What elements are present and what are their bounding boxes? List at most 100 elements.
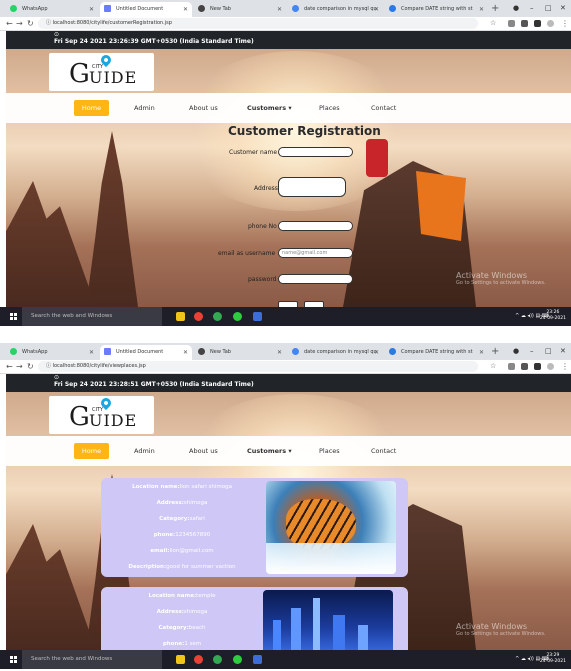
nav-admin[interactable]: Admin — [134, 446, 155, 456]
app-icon[interactable] — [233, 312, 242, 321]
windows-start-icon[interactable] — [10, 656, 17, 663]
tab-untitled-document[interactable]: Untitled Document ✕ — [100, 345, 192, 360]
back-icon[interactable]: ← — [6, 360, 13, 373]
menu-icon[interactable]: ⋮ — [561, 360, 569, 373]
nav-admin[interactable]: Admin — [134, 103, 155, 113]
current-date: Fri Sep 24 2021 23:28:51 GMT+0530 (India… — [54, 381, 254, 388]
new-tab-button[interactable]: + — [491, 2, 499, 15]
nav-places[interactable]: Places — [319, 103, 340, 113]
extension-icon[interactable] — [508, 20, 515, 27]
main-nav: Home Admin About us Customers ▾ Places C… — [6, 436, 571, 466]
tab-whatsapp[interactable]: WhatsApp ✕ — [6, 345, 98, 360]
app-icon[interactable] — [213, 655, 222, 664]
back-icon[interactable]: ← — [6, 17, 13, 30]
url-field[interactable]: ⓘ localhost:8080/citylife/customerRegist… — [38, 18, 478, 29]
clock-icon: ⊙ — [54, 374, 60, 381]
tab-mysql[interactable]: date comparison in mysql qu ✕ — [288, 345, 383, 360]
file-explorer-icon[interactable] — [176, 655, 185, 664]
url-field[interactable]: ⓘ localhost:8080/citylife/viewplaces.jsp — [38, 361, 478, 372]
reload-icon[interactable]: ↻ — [27, 360, 34, 373]
minimize-button[interactable]: – — [530, 345, 534, 358]
customer-name-input[interactable] — [278, 147, 353, 157]
nav-about[interactable]: About us — [189, 103, 218, 113]
email-placeholder: name@gmail.com — [282, 250, 328, 256]
profile-icon[interactable]: ● — [513, 2, 519, 15]
building-shape — [358, 625, 368, 650]
extension-icon[interactable] — [521, 363, 528, 370]
maximize-button[interactable]: □ — [545, 345, 552, 358]
extension-icon[interactable] — [521, 20, 528, 27]
app-icon[interactable] — [253, 655, 262, 664]
tab-compare-date[interactable]: Compare DATE string with st ✕ — [385, 345, 488, 360]
nav-contact[interactable]: Contact — [371, 446, 396, 456]
new-tab-button[interactable]: + — [491, 345, 499, 358]
puzzle-icon[interactable] — [534, 20, 541, 27]
menu-icon[interactable]: ⋮ — [561, 17, 569, 30]
customer-name-label: Customer name — [229, 149, 278, 156]
tab-whatsapp[interactable]: WhatsApp ✕ — [6, 2, 98, 17]
city-guide-logo[interactable]: G CITY UIDE — [49, 395, 154, 434]
phone-input[interactable] — [278, 221, 353, 231]
nav-about[interactable]: About us — [189, 446, 218, 456]
close-tab-icon[interactable]: ✕ — [479, 2, 484, 17]
app-icon[interactable] — [233, 655, 242, 664]
puzzle-icon[interactable] — [534, 363, 541, 370]
date-bar: ⊙ Fri Sep 24 2021 23:26:39 GMT+0530 (Ind… — [6, 31, 571, 49]
building-shape — [313, 598, 320, 650]
taskbar-search[interactable]: Search the web and Windows — [22, 307, 162, 326]
building-shape — [333, 615, 345, 650]
email-input[interactable]: name@gmail.com — [278, 248, 353, 258]
reload-icon[interactable]: ↻ — [27, 17, 34, 30]
address-input[interactable] — [278, 177, 346, 197]
windows-start-icon[interactable] — [10, 313, 17, 320]
current-date: Fri Sep 24 2021 23:26:39 GMT+0530 (India… — [54, 38, 254, 45]
close-tab-icon[interactable]: ✕ — [277, 2, 282, 17]
tab-mysql[interactable]: date comparison in mysql qu ✕ — [288, 2, 383, 17]
forward-icon[interactable]: → — [16, 17, 23, 30]
close-window-button[interactable]: ✕ — [560, 345, 566, 358]
close-tab-icon[interactable]: ✕ — [277, 345, 282, 360]
maximize-button[interactable]: □ — [545, 2, 552, 15]
avatar[interactable] — [547, 20, 554, 27]
tab-new-tab[interactable]: New Tab ✕ — [194, 345, 286, 360]
tab-compare-date[interactable]: Compare DATE string with st ✕ — [385, 2, 488, 17]
star-icon[interactable]: ☆ — [490, 360, 496, 373]
info-icon: ⓘ — [46, 20, 53, 26]
city-guide-logo[interactable]: G CITY UIDE — [49, 52, 154, 91]
nav-places[interactable]: Places — [319, 446, 340, 456]
extension-icon[interactable] — [508, 363, 515, 370]
close-tab-icon[interactable]: ✕ — [183, 345, 188, 360]
chrome-icon[interactable] — [194, 312, 203, 321]
close-tab-icon[interactable]: ✕ — [89, 345, 94, 360]
close-tab-icon[interactable]: ✕ — [479, 345, 484, 360]
minimize-button[interactable]: – — [530, 2, 534, 15]
tab-strip: WhatsApp ✕ Untitled Document ✕ New Tab ✕ da… — [0, 0, 571, 17]
city-skyline-photo — [263, 590, 393, 650]
taskbar-clock[interactable]: 23:29 24-09-2021 — [540, 653, 566, 665]
file-explorer-icon[interactable] — [176, 312, 185, 321]
app-icon[interactable] — [253, 312, 262, 321]
activate-windows-watermark: Activate Windows Go to Settings to activ… — [456, 622, 546, 637]
close-tab-icon[interactable]: ✕ — [374, 2, 379, 17]
forward-icon[interactable]: → — [16, 360, 23, 373]
nav-home[interactable]: Home — [74, 443, 109, 459]
profile-icon[interactable]: ● — [513, 345, 519, 358]
water-splash — [266, 543, 396, 574]
nav-customers[interactable]: Customers ▾ — [247, 103, 292, 113]
close-window-button[interactable]: ✕ — [560, 2, 566, 15]
close-tab-icon[interactable]: ✕ — [183, 2, 188, 17]
star-icon[interactable]: ☆ — [490, 17, 496, 30]
nav-contact[interactable]: Contact — [371, 103, 396, 113]
close-tab-icon[interactable]: ✕ — [374, 345, 379, 360]
app-icon[interactable] — [213, 312, 222, 321]
tab-new-tab[interactable]: New Tab ✕ — [194, 2, 286, 17]
taskbar-clock[interactable]: 23:26 24-09-2021 — [540, 310, 566, 322]
password-input[interactable] — [278, 274, 353, 284]
nav-home[interactable]: Home — [74, 100, 109, 116]
close-tab-icon[interactable]: ✕ — [89, 2, 94, 17]
nav-customers[interactable]: Customers ▾ — [247, 446, 292, 456]
chrome-icon[interactable] — [194, 655, 203, 664]
taskbar-search[interactable]: Search the web and Windows — [22, 650, 162, 669]
tab-untitled-document[interactable]: Untitled Document ✕ — [100, 2, 192, 17]
avatar[interactable] — [547, 363, 554, 370]
